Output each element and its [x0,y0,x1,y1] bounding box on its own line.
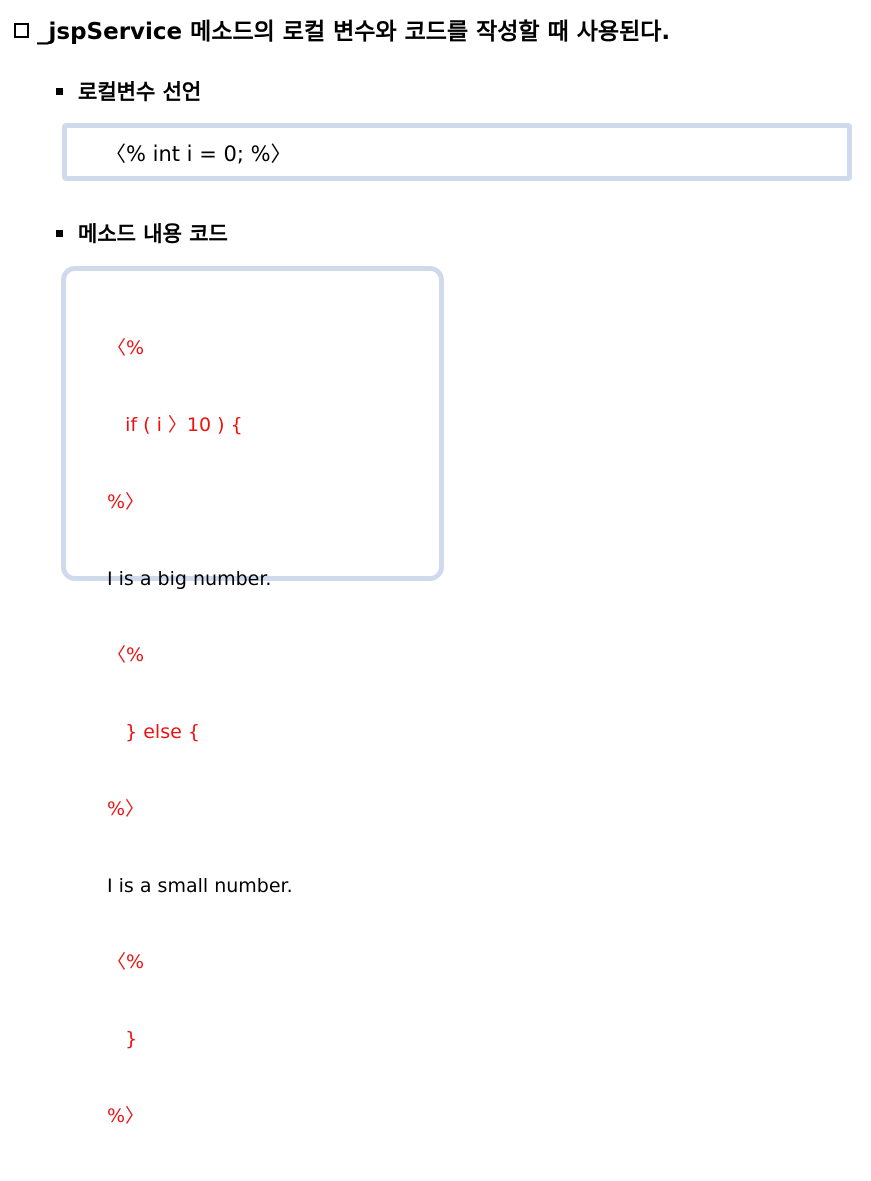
section-heading: _jspService 메소드의 로컬 변수와 코드를 작성할 때 사용된다. [14,12,670,46]
code-line: if ( i 〉10 ) { [107,413,243,436]
code-line: } else { [107,721,200,744]
code-line: %〉 [107,1105,145,1127]
method-code-block: 〈% if ( i 〉10 ) { %〉 I is a big number. … [107,285,293,1181]
bullet-label: 메소드 내용 코드 [78,222,228,246]
square-bullet-icon [56,229,63,237]
code-line: } [107,1028,138,1051]
code-line: 〈% [107,951,145,974]
code-line: I is a big number. [107,567,272,590]
checkbox-icon [14,22,29,38]
declaration-example-box: 〈% int i = 0; %〉 [62,123,852,181]
method-example-box: 〈% if ( i 〉10 ) { %〉 I is a big number. … [61,266,444,1127]
code-line: I is a small number. [107,874,293,897]
code-line: 〈% [107,337,145,360]
code-line: %〉 [107,797,145,820]
bullet-method-code: 메소드 내용 코드 [56,218,228,248]
bullet-label: 로컬변수 선언 [78,80,202,104]
bullet-local-variable: 로컬변수 선언 [56,76,201,106]
heading-text: _jspService 메소드의 로컬 변수와 코드를 작성할 때 사용된다. [37,19,671,45]
square-bullet-icon [56,87,63,95]
declaration-code: 〈% int i = 0; %〉 [105,142,292,166]
code-line: 〈% [107,644,145,667]
code-line: %〉 [107,490,145,513]
